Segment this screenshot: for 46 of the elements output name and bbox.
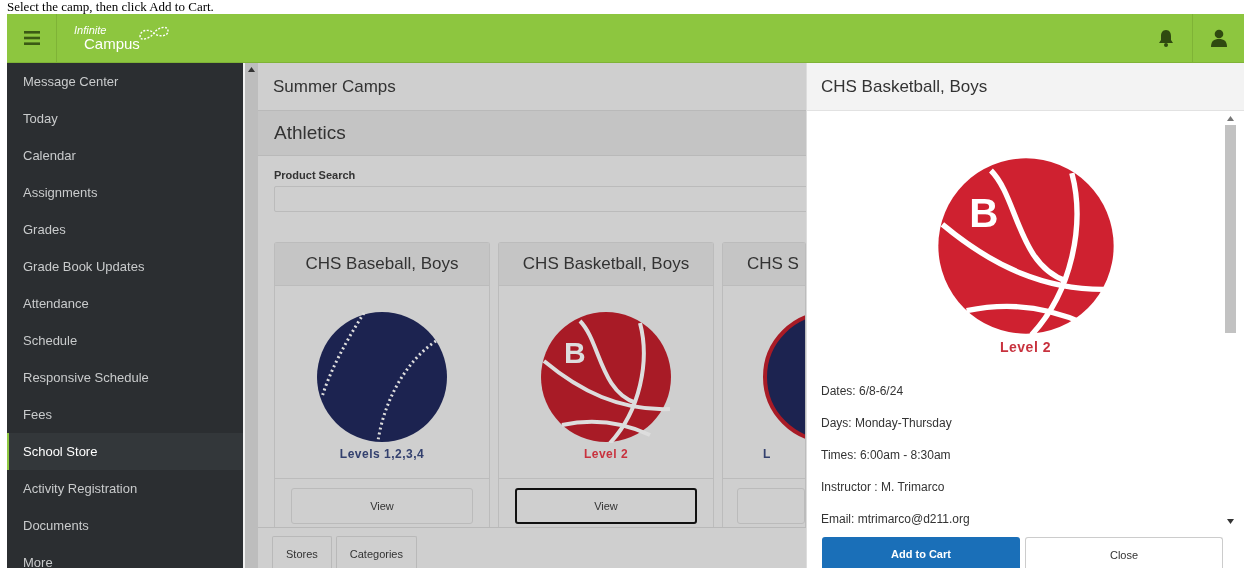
bottom-tab[interactable]: Stores (272, 536, 332, 568)
sidebar-item[interactable]: Assignments (7, 174, 243, 211)
logo-text: Infinite (74, 25, 108, 36)
instruction-caption: Select the camp, then click Add to Cart. (6, 0, 215, 14)
detail-text: Days: Monday-Thursday (821, 415, 953, 432)
ball-letter: B (968, 190, 999, 237)
sidebar-item[interactable]: School Store (7, 433, 243, 470)
sidebar-item[interactable]: Grades (7, 211, 243, 248)
product-title: CHS S (723, 243, 805, 286)
sidebar-item[interactable]: Documents (7, 507, 243, 544)
logo-text: Campus (84, 36, 140, 51)
view-button[interactable]: View (515, 488, 697, 524)
sidebar-item[interactable]: Today (7, 100, 243, 137)
level-label: L (763, 447, 771, 461)
view-button[interactable]: View (291, 488, 473, 524)
close-button[interactable]: Close (1025, 537, 1223, 568)
baseball-icon (316, 311, 448, 443)
detail-text: Email: mtrimarco@d211.org (821, 511, 971, 528)
sidebar-item[interactable]: Grade Book Updates (7, 248, 243, 285)
sidebar-item[interactable]: Activity Registration (7, 470, 243, 507)
detail-text: Instructor : M. Trimarco (821, 479, 946, 496)
scroll-up-arrow-icon[interactable] (1226, 116, 1234, 121)
product-title: CHS Basketball, Boys (499, 243, 713, 286)
sidebar-item[interactable]: Message Center (7, 63, 243, 100)
level-label: Levels 1,2,3,4 (339, 447, 425, 461)
search-field[interactable] (274, 186, 806, 212)
sidebar-item[interactable]: Responsive Schedule (7, 359, 243, 396)
category-header: Athletics (258, 111, 806, 156)
add-to-cart-button[interactable]: Add to Cart (822, 537, 1020, 568)
panel-title: CHS Basketball, Boys (807, 63, 1244, 111)
level-label: Level 2 (583, 447, 629, 461)
scrollbar[interactable] (243, 63, 258, 568)
bottom-tab[interactable]: Categories (335, 536, 417, 568)
sidebar-item[interactable]: Attendance (7, 285, 243, 322)
sidebar-item[interactable]: Calendar (7, 137, 243, 174)
sidebar-item[interactable]: Schedule (7, 322, 243, 359)
search-label: Product Search (274, 169, 357, 181)
detail-text: Times: 6:00am - 8:30am (821, 447, 952, 464)
scroll-down-arrow-icon[interactable] (1226, 519, 1234, 524)
sidebar-item[interactable]: Fees (7, 396, 243, 433)
detail-text: Dates: 6/8-6/24 (821, 383, 905, 400)
ball-letter: B (564, 336, 586, 369)
level-label: Level 2 (1000, 339, 1051, 355)
sidebar-item[interactable]: More (7, 544, 243, 568)
product-title: CHS Baseball, Boys (275, 243, 489, 286)
scroll-up-arrow-icon[interactable] (248, 67, 255, 72)
